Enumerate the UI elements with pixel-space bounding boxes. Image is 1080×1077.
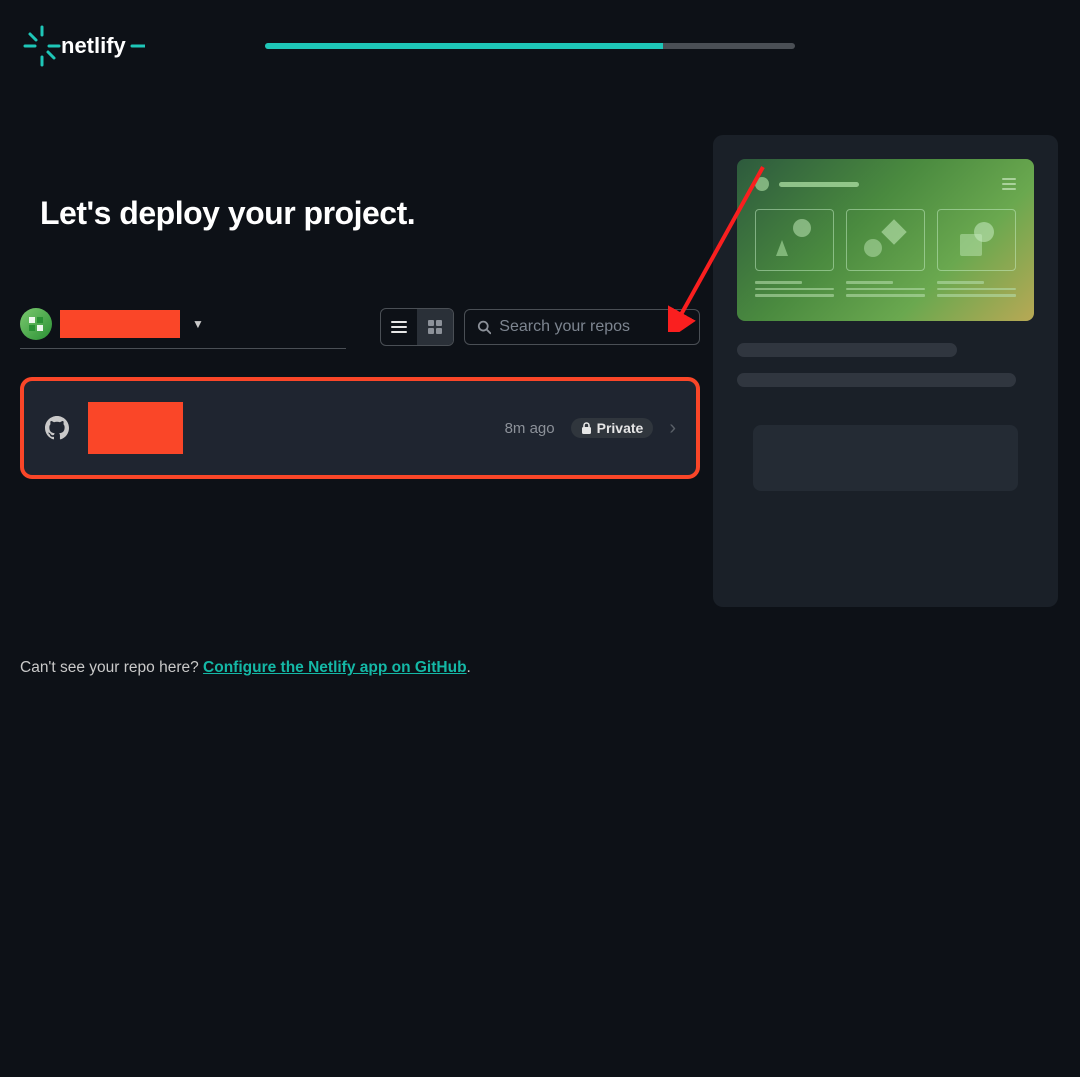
grid-view-button[interactable] xyxy=(417,309,453,345)
visibility-badge: Private xyxy=(571,418,654,438)
page-title: Let's deploy your project. xyxy=(40,195,700,232)
chevron-down-icon: ▼ xyxy=(192,317,204,331)
preview-panel xyxy=(713,135,1058,607)
lock-icon xyxy=(581,422,592,434)
configure-github-link[interactable]: Configure the Netlify app on GitHub xyxy=(203,659,467,676)
chevron-right-icon: › xyxy=(669,417,676,440)
account-name-redacted xyxy=(60,310,180,338)
github-icon xyxy=(44,415,70,441)
skeleton-line xyxy=(737,343,957,357)
progress-fill xyxy=(265,43,663,49)
avatar xyxy=(20,308,52,340)
help-text: Can't see your repo here? Configure the … xyxy=(20,659,700,677)
skeleton-box xyxy=(753,425,1018,491)
badge-label: Private xyxy=(597,420,644,436)
hamburger-icon xyxy=(1002,178,1016,190)
header: netlify xyxy=(0,0,1080,72)
repo-row[interactable]: 8m ago Private › xyxy=(20,377,700,479)
search-icon xyxy=(477,319,491,335)
grid-icon xyxy=(427,319,443,335)
netlify-logo: netlify xyxy=(20,20,145,72)
list-icon xyxy=(390,318,408,336)
list-view-button[interactable] xyxy=(381,309,417,345)
controls-row: ▼ xyxy=(20,304,700,349)
main-content: Let's deploy your project. ▼ xyxy=(20,135,700,677)
search-input[interactable] xyxy=(499,318,687,336)
repo-meta: 8m ago Private › xyxy=(505,417,676,440)
search-box[interactable] xyxy=(464,309,700,345)
help-suffix: . xyxy=(467,659,471,676)
preview-illustration xyxy=(737,159,1034,321)
view-toggle xyxy=(380,308,454,346)
account-dropdown[interactable]: ▼ xyxy=(20,304,346,349)
repo-name-redacted xyxy=(88,402,183,454)
progress-bar xyxy=(265,43,795,49)
skeleton-line xyxy=(737,373,1016,387)
logo-text: netlify xyxy=(61,33,127,58)
help-prefix: Can't see your repo here? xyxy=(20,659,203,676)
repo-updated-time: 8m ago xyxy=(505,420,555,437)
